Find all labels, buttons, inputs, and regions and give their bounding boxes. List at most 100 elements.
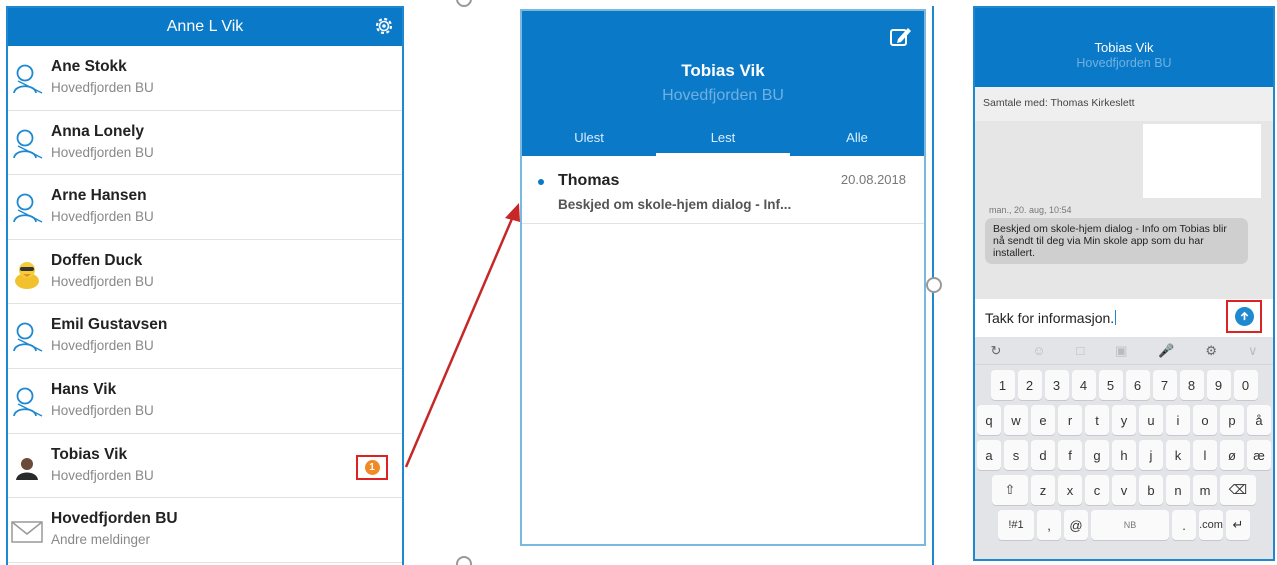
message-timestamp: man., 20. aug, 10:54 <box>989 205 1072 215</box>
key-row_numbers-2[interactable]: 3 <box>1044 370 1069 400</box>
key-row_numbers-0[interactable]: 1 <box>990 370 1015 400</box>
key-row_1-1[interactable]: w <box>1004 405 1028 435</box>
key-row_numbers-9[interactable]: 0 <box>1233 370 1258 400</box>
contact-row[interactable]: Tobias Vik Hovedfjorden BU 1 <box>8 434 402 499</box>
key-row_3-0[interactable]: z <box>1031 475 1055 505</box>
key-row_3-5[interactable]: n <box>1166 475 1190 505</box>
key-row_2-4[interactable]: g <box>1085 440 1109 470</box>
keyboard-row-2: asdfghjkløæ <box>975 440 1273 470</box>
key-row_1-9[interactable]: p <box>1220 405 1244 435</box>
key-row_1-4[interactable]: t <box>1085 405 1109 435</box>
message-date: 20.08.2018 <box>840 172 906 187</box>
contact-list-title: Anne L Vik <box>166 18 244 35</box>
key-row_3-1[interactable]: x <box>1058 475 1082 505</box>
period-key[interactable]: . <box>1172 510 1196 540</box>
contact-row[interactable]: Hovedfjorden BU Andre meldinger <box>8 498 402 563</box>
screenshot-root: Anne L Vik Ane Stokk Hovedfjorden BU Anna … <box>0 0 1277 565</box>
key-row_1-7[interactable]: i <box>1166 405 1190 435</box>
gear-icon[interactable] <box>372 14 396 38</box>
key-row_2-7[interactable]: k <box>1166 440 1190 470</box>
send-button[interactable] <box>1234 307 1254 326</box>
duck-avatar-icon <box>10 256 44 290</box>
contact-row[interactable]: Emil Gustavsen Hovedfjorden BU <box>8 304 402 369</box>
contact-row[interactable]: Anna Lonely Hovedfjorden BU <box>8 111 402 176</box>
message-composer: Takk for informasjon. <box>975 299 1273 337</box>
tab-ulest[interactable]: Ulest <box>522 127 656 156</box>
space-key[interactable]: NB <box>1091 510 1169 540</box>
comma-key[interactable]: , <box>1037 510 1061 540</box>
gif-icon[interactable]: ▣ <box>1115 343 1127 359</box>
unread-badge[interactable]: 1 <box>364 459 380 475</box>
key-row_numbers-3[interactable]: 4 <box>1071 370 1096 400</box>
backspace-key-icon[interactable]: ⌫ <box>1220 475 1256 505</box>
key-row_2-1[interactable]: s <box>1004 440 1028 470</box>
key-row_numbers-1[interactable]: 2 <box>1017 370 1042 400</box>
resize-handle <box>926 277 942 293</box>
contact-group: Hovedfjorden BU <box>51 273 154 289</box>
contact-name: Ane Stokk <box>51 58 127 75</box>
key-row_2-9[interactable]: ø <box>1220 440 1244 470</box>
person-photo-icon <box>10 450 44 484</box>
com-key[interactable]: .com <box>1199 510 1223 540</box>
contact-list: Ane Stokk Hovedfjorden BU Anna Lonely Hoved… <box>8 46 402 563</box>
key-row_numbers-5[interactable]: 6 <box>1125 370 1150 400</box>
compose-icon[interactable] <box>888 25 912 49</box>
incoming-message-bubble: Beskjed om skole-hjem dialog - Info om T… <box>985 218 1248 264</box>
key-row_numbers-7[interactable]: 8 <box>1179 370 1204 400</box>
contact-group: Hovedfjorden BU <box>51 80 154 95</box>
key-row_1-0[interactable]: q <box>977 405 1001 435</box>
key-row_numbers-4[interactable]: 5 <box>1098 370 1123 400</box>
message-row[interactable]: Thomas 20.08.2018 Beskjed om skole-hjem … <box>522 156 924 224</box>
key-row_3-4[interactable]: b <box>1139 475 1163 505</box>
message-subject: Beskjed om skole-hjem dialog - Inf... <box>558 197 792 212</box>
contact-row[interactable]: Ane Stokk Hovedfjorden BU <box>8 46 402 111</box>
contact-row[interactable]: Arne Hansen Hovedfjorden BU <box>8 175 402 240</box>
contact-list-header: Anne L Vik <box>8 8 402 46</box>
key-row_2-8[interactable]: l <box>1193 440 1217 470</box>
shift-key-icon[interactable]: ⇧ <box>992 475 1028 505</box>
key-row_2-6[interactable]: j <box>1139 440 1163 470</box>
key-row_3-2[interactable]: c <box>1085 475 1109 505</box>
contact-row[interactable]: Doffen Duck Hovedfjorden BU <box>8 240 402 305</box>
sticker-icon[interactable]: □ <box>1076 343 1084 358</box>
arrow-up-icon <box>1240 311 1248 321</box>
key-row_2-10[interactable]: æ <box>1247 440 1271 470</box>
key-row_1-6[interactable]: u <box>1139 405 1163 435</box>
symbols-key[interactable]: !#1 <box>998 510 1034 540</box>
enter-key-icon[interactable]: ↵ <box>1226 510 1250 540</box>
key-row_numbers-8[interactable]: 9 <box>1206 370 1231 400</box>
contact-group: Hovedfjorden BU <box>51 402 154 418</box>
contact-name: Hovedfjorden BU <box>51 510 178 528</box>
person-outline-icon <box>10 127 44 161</box>
settings-icon[interactable]: ⚙ <box>1205 343 1217 359</box>
key-row_1-3[interactable]: r <box>1058 405 1082 435</box>
key-row_2-0[interactable]: a <box>977 440 1001 470</box>
key-row_3-6[interactable]: m <box>1193 475 1217 505</box>
key-row_1-10[interactable]: å <box>1247 405 1271 435</box>
key-row_2-5[interactable]: h <box>1112 440 1136 470</box>
contact-name: Doffen Duck <box>51 251 143 269</box>
contact-name: Hans Vik <box>51 380 117 398</box>
chevron-down-icon[interactable]: ∨ <box>1248 343 1258 359</box>
contact-name: Anna Lonely <box>51 122 145 140</box>
key-row_1-8[interactable]: o <box>1193 405 1217 435</box>
contact-row[interactable]: Hans Vik Hovedfjorden BU <box>8 369 402 434</box>
key-row_3-3[interactable]: v <box>1112 475 1136 505</box>
unread-badge-highlight: 1 <box>356 454 388 480</box>
message-input[interactable]: Takk for informasjon. <box>985 310 1117 326</box>
soft-keyboard: ↻ ☺ □ ▣ 🎤 ⚙ ∨ 1234567890 qwertyuiopå asd… <box>975 337 1273 559</box>
key-row_2-3[interactable]: f <box>1058 440 1082 470</box>
key-row_numbers-6[interactable]: 7 <box>1152 370 1177 400</box>
microphone-icon[interactable]: 🎤 <box>1158 343 1174 359</box>
key-row_2-2[interactable]: d <box>1031 440 1055 470</box>
keyboard-number-row: 1234567890 <box>975 370 1273 400</box>
emoji-icon[interactable]: ☺ <box>1032 343 1045 358</box>
translate-icon[interactable]: ↻ <box>990 343 1001 359</box>
key-row_1-2[interactable]: e <box>1031 405 1055 435</box>
tab-lest[interactable]: Lest <box>656 127 790 156</box>
key-row_1-5[interactable]: y <box>1112 405 1136 435</box>
message-tabs: Ulest Lest Alle <box>522 127 924 156</box>
contact-list-panel: Anne L Vik Ane Stokk Hovedfjorden BU Anna … <box>6 6 404 565</box>
at-key[interactable]: @ <box>1064 510 1088 540</box>
tab-alle[interactable]: Alle <box>790 127 924 156</box>
